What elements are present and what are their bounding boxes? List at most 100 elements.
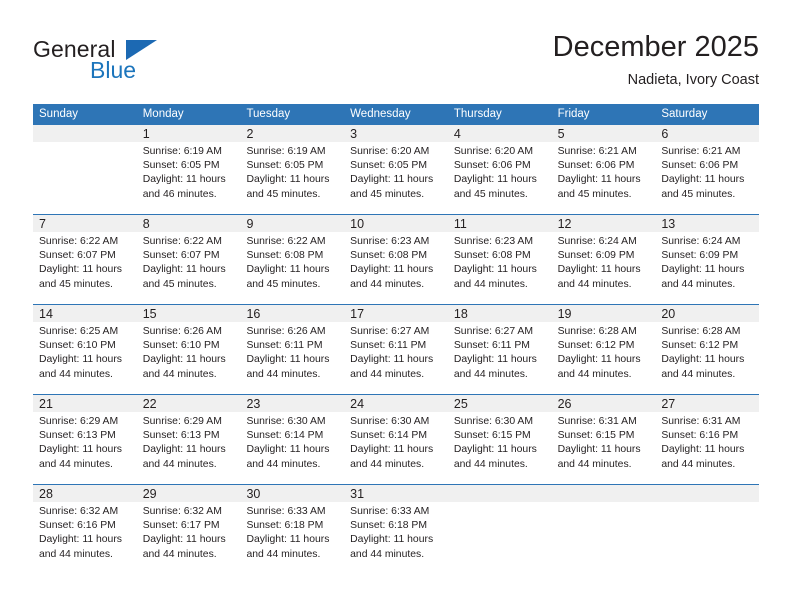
day-number-band bbox=[33, 125, 137, 142]
day-cell[interactable]: 21 Sunrise: 6:29 AM Sunset: 6:13 PM Dayligh… bbox=[33, 395, 137, 484]
day-detail-line: Sunset: 6:12 PM bbox=[557, 340, 635, 352]
day-cell[interactable]: 30 Sunrise: 6:33 AM Sunset: 6:18 PM Dayligh… bbox=[240, 485, 345, 574]
day-cell[interactable]: 29 Sunrise: 6:32 AM Sunset: 6:17 PM Dayligh… bbox=[136, 485, 241, 574]
day-detail-line: and 45 minutes. bbox=[39, 278, 113, 290]
day-detail-line: Sunrise: 6:32 AM bbox=[39, 506, 119, 517]
day-cell[interactable]: 19 Sunrise: 6:28 AM Sunset: 6:12 PM Dayligh… bbox=[551, 305, 656, 394]
day-detail-line: and 45 minutes. bbox=[246, 278, 321, 290]
day-cell[interactable]: 28 Sunrise: 6:32 AM Sunset: 6:16 PM Dayligh… bbox=[33, 485, 137, 574]
day-detail-lines bbox=[655, 502, 759, 505]
day-cell[interactable]: 16 Sunrise: 6:26 AM Sunset: 6:11 PM Dayligh… bbox=[240, 305, 345, 394]
day-detail-lines: Sunrise: 6:32 AM Sunset: 6:16 PM Daylight:… bbox=[33, 502, 137, 562]
day-number: 8 bbox=[142, 217, 150, 231]
day-number-band: 8 bbox=[136, 215, 241, 232]
day-detail-line: Sunrise: 6:30 AM bbox=[246, 416, 326, 427]
day-detail-line: Sunset: 6:10 PM bbox=[142, 340, 220, 352]
day-cell[interactable]: 12 Sunrise: 6:24 AM Sunset: 6:09 PM Dayligh… bbox=[551, 215, 656, 304]
day-detail-line: Sunset: 6:16 PM bbox=[661, 430, 739, 442]
day-cell[interactable]: 18 Sunrise: 6:27 AM Sunset: 6:11 PM Dayligh… bbox=[447, 305, 552, 394]
day-cell[interactable]: 31 Sunrise: 6:33 AM Sunset: 6:18 PM Dayligh… bbox=[344, 485, 448, 574]
day-detail-line: and 45 minutes. bbox=[246, 188, 321, 200]
day-cell[interactable]: 17 Sunrise: 6:27 AM Sunset: 6:11 PM Dayligh… bbox=[344, 305, 448, 394]
day-number-band: 29 bbox=[136, 485, 241, 502]
general-blue-logo: General Blue bbox=[33, 36, 243, 92]
day-cell[interactable]: 15 Sunrise: 6:26 AM Sunset: 6:10 PM Dayligh… bbox=[136, 305, 241, 394]
day-detail-line: Daylight: 11 hours bbox=[557, 444, 641, 456]
day-detail-line: Daylight: 11 hours bbox=[350, 264, 434, 276]
day-number-band: 6 bbox=[655, 125, 760, 142]
title-block: December 2025 Nadieta, Ivory Coast bbox=[553, 30, 759, 90]
day-detail-line: Daylight: 11 hours bbox=[246, 534, 330, 546]
day-detail-lines: Sunrise: 6:28 AM Sunset: 6:12 PM Daylight:… bbox=[552, 322, 656, 382]
day-number-band: 7 bbox=[33, 215, 137, 232]
day-cell[interactable]: 26 Sunrise: 6:31 AM Sunset: 6:15 PM Dayligh… bbox=[551, 395, 656, 484]
day-number: 18 bbox=[453, 307, 468, 321]
day-detail-lines: Sunrise: 6:28 AM Sunset: 6:12 PM Daylight:… bbox=[655, 322, 759, 382]
day-detail-line: Sunrise: 6:27 AM bbox=[350, 326, 430, 337]
day-cell-empty bbox=[447, 485, 552, 574]
day-cell[interactable]: 5 Sunrise: 6:21 AM Sunset: 6:06 PM Daylight… bbox=[551, 125, 656, 214]
day-cell[interactable]: 4 Sunrise: 6:20 AM Sunset: 6:06 PM Daylight… bbox=[447, 125, 552, 214]
week-cells: 21 Sunrise: 6:29 AM Sunset: 6:13 PM Dayligh… bbox=[33, 395, 760, 484]
day-detail-line: Daylight: 11 hours bbox=[453, 174, 537, 186]
day-number-band: 28 bbox=[33, 485, 137, 502]
day-number-band: 22 bbox=[136, 395, 241, 412]
calendar-grid: Sunday Monday Tuesday Wednesday Thursday Frid… bbox=[33, 104, 760, 574]
day-detail-line: Sunrise: 6:26 AM bbox=[246, 326, 326, 337]
calendar-week-row: 7 Sunrise: 6:22 AM Sunset: 6:07 PM Daylight… bbox=[33, 214, 760, 304]
day-number-band: 24 bbox=[344, 395, 448, 412]
day-detail-lines bbox=[552, 502, 656, 505]
day-detail-line: Sunrise: 6:28 AM bbox=[557, 326, 637, 337]
day-cell[interactable]: 6 Sunrise: 6:21 AM Sunset: 6:06 PM Daylight… bbox=[655, 125, 760, 214]
day-cell[interactable]: 11 Sunrise: 6:23 AM Sunset: 6:08 PM Dayligh… bbox=[447, 215, 552, 304]
day-detail-lines: Sunrise: 6:30 AM Sunset: 6:15 PM Daylight:… bbox=[448, 412, 552, 472]
day-detail-line: Sunset: 6:09 PM bbox=[661, 250, 739, 262]
day-cell[interactable]: 24 Sunrise: 6:30 AM Sunset: 6:14 PM Dayligh… bbox=[344, 395, 448, 484]
day-cell[interactable]: 25 Sunrise: 6:30 AM Sunset: 6:15 PM Dayligh… bbox=[447, 395, 552, 484]
day-detail-line: Sunrise: 6:30 AM bbox=[350, 416, 430, 427]
day-cell[interactable]: 23 Sunrise: 6:30 AM Sunset: 6:14 PM Dayligh… bbox=[240, 395, 345, 484]
day-cell[interactable]: 20 Sunrise: 6:28 AM Sunset: 6:12 PM Dayligh… bbox=[655, 305, 760, 394]
day-detail-lines: Sunrise: 6:23 AM Sunset: 6:08 PM Daylight:… bbox=[344, 232, 448, 292]
day-cell[interactable]: 10 Sunrise: 6:23 AM Sunset: 6:08 PM Dayligh… bbox=[344, 215, 448, 304]
day-detail-line: Sunrise: 6:24 AM bbox=[557, 236, 637, 247]
week-cells: 14 Sunrise: 6:25 AM Sunset: 6:10 PM Dayligh… bbox=[33, 305, 760, 394]
day-cell[interactable]: 1 Sunrise: 6:19 AM Sunset: 6:05 PM Daylight… bbox=[136, 125, 241, 214]
day-detail-line: and 44 minutes. bbox=[142, 368, 217, 380]
day-detail-line: Sunrise: 6:21 AM bbox=[557, 146, 637, 157]
calendar-week-row: 1 Sunrise: 6:19 AM Sunset: 6:05 PM Daylight… bbox=[33, 125, 760, 214]
day-number-band: 19 bbox=[551, 305, 656, 322]
day-cell[interactable]: 14 Sunrise: 6:25 AM Sunset: 6:10 PM Dayligh… bbox=[33, 305, 137, 394]
day-detail-line: Sunrise: 6:33 AM bbox=[350, 506, 430, 517]
day-cell[interactable]: 27 Sunrise: 6:31 AM Sunset: 6:16 PM Dayligh… bbox=[655, 395, 760, 484]
day-detail-line: Daylight: 11 hours bbox=[350, 534, 434, 546]
day-cell[interactable]: 22 Sunrise: 6:29 AM Sunset: 6:13 PM Dayligh… bbox=[136, 395, 241, 484]
day-number-band bbox=[655, 485, 760, 502]
day-cell[interactable]: 3 Sunrise: 6:20 AM Sunset: 6:05 PM Daylight… bbox=[344, 125, 448, 214]
day-number: 15 bbox=[142, 307, 157, 321]
day-cell[interactable]: 2 Sunrise: 6:19 AM Sunset: 6:05 PM Daylight… bbox=[240, 125, 345, 214]
day-detail-line: Sunrise: 6:31 AM bbox=[557, 416, 637, 427]
day-detail-line: Daylight: 11 hours bbox=[557, 264, 641, 276]
weekday-header-sunday: Sunday bbox=[39, 108, 79, 120]
day-detail-line: and 44 minutes. bbox=[557, 368, 632, 380]
day-detail-line: Sunrise: 6:21 AM bbox=[661, 146, 741, 157]
day-number: 10 bbox=[350, 217, 365, 231]
day-number-band: 12 bbox=[551, 215, 656, 232]
day-detail-line: Daylight: 11 hours bbox=[142, 444, 226, 456]
day-cell[interactable]: 13 Sunrise: 6:24 AM Sunset: 6:09 PM Dayligh… bbox=[655, 215, 760, 304]
page-header: General Blue December 2025 Nadieta, Ivor… bbox=[33, 30, 759, 98]
day-cell[interactable]: 8 Sunrise: 6:22 AM Sunset: 6:07 PM Daylight… bbox=[136, 215, 241, 304]
day-number-band: 3 bbox=[344, 125, 448, 142]
day-detail-line: Sunrise: 6:29 AM bbox=[39, 416, 119, 427]
weekday-header-row: Sunday Monday Tuesday Wednesday Thursday Frid… bbox=[33, 104, 759, 125]
day-cell[interactable]: 9 Sunrise: 6:22 AM Sunset: 6:08 PM Daylight… bbox=[240, 215, 345, 304]
day-detail-line: Daylight: 11 hours bbox=[39, 534, 122, 546]
week-cells: 7 Sunrise: 6:22 AM Sunset: 6:07 PM Daylight… bbox=[33, 215, 760, 304]
day-detail-line: Daylight: 11 hours bbox=[661, 444, 745, 456]
day-detail-line: Sunrise: 6:22 AM bbox=[142, 236, 222, 247]
day-detail-line: Sunset: 6:08 PM bbox=[453, 250, 531, 262]
day-detail-line: and 44 minutes. bbox=[557, 278, 632, 290]
day-detail-line: Sunset: 6:15 PM bbox=[453, 430, 531, 442]
day-cell[interactable]: 7 Sunrise: 6:22 AM Sunset: 6:07 PM Daylight… bbox=[33, 215, 137, 304]
